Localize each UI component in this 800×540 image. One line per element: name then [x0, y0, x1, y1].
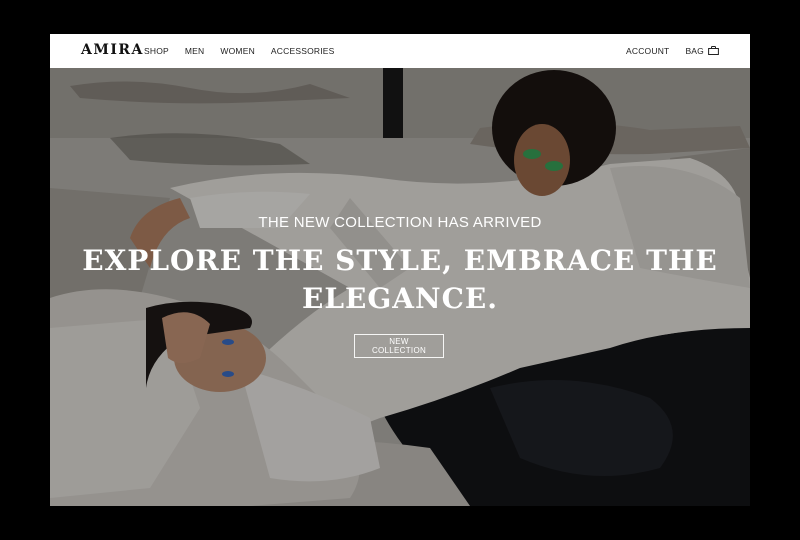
nav-item-men[interactable]: MEN [185, 46, 205, 56]
hero-subtitle: THE NEW COLLECTION HAS ARRIVED [258, 214, 542, 231]
shopping-bag-icon [708, 45, 719, 55]
bag-label: BAG [685, 46, 704, 56]
hero-headline-line-1: EXPLORE THE STYLE, EMBRACE THE [82, 244, 718, 277]
new-collection-button[interactable]: NEW COLLECTION [354, 334, 444, 358]
nav-item-accessories[interactable]: ACCESSORIES [271, 46, 335, 56]
hero-headline-line-2: ELEGANCE. [302, 282, 498, 315]
hero-headline: EXPLORE THE STYLE, EMBRACE THE ELEGANCE. [50, 242, 750, 318]
hero-section: THE NEW COLLECTION HAS ARRIVED EXPLORE T… [50, 68, 750, 506]
brand-logo[interactable]: AMIRA [81, 42, 144, 58]
bag-link[interactable]: BAG [685, 45, 719, 56]
account-link[interactable]: ACCOUNT [626, 46, 669, 56]
site-header: AMIRA SHOP MEN WOMEN ACCESSORIES ACCOUNT… [50, 34, 750, 68]
nav-item-shop[interactable]: SHOP [144, 46, 169, 56]
account-nav: ACCOUNT BAG [626, 45, 719, 56]
main-nav: SHOP MEN WOMEN ACCESSORIES [144, 46, 335, 56]
nav-item-women[interactable]: WOMEN [220, 46, 255, 56]
browser-frame: AMIRA SHOP MEN WOMEN ACCESSORIES ACCOUNT… [50, 34, 750, 506]
